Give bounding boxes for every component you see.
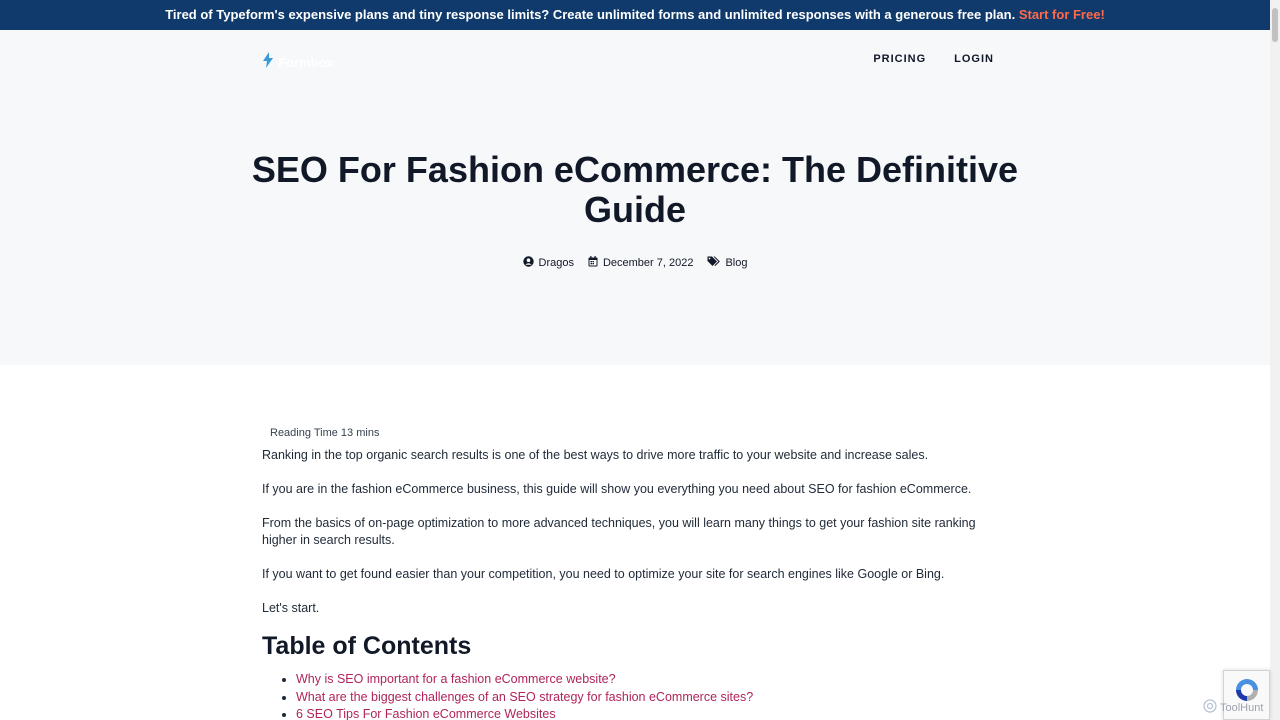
toc-link[interactable]: 6 SEO Tips For Fashion eCommerce Website… bbox=[296, 707, 556, 720]
user-icon bbox=[522, 256, 534, 270]
logo-text: Formbox bbox=[278, 55, 334, 70]
watermark-text: ToolHunt bbox=[1220, 701, 1264, 714]
promo-banner: Tired of Typeform's expensive plans and … bbox=[0, 0, 1270, 30]
category-link[interactable]: Blog bbox=[725, 257, 747, 269]
calendar-icon bbox=[588, 256, 598, 270]
paragraph: If you want to get found easier than you… bbox=[262, 567, 945, 581]
toc-heading: Table of Contents bbox=[262, 632, 472, 660]
toc-link[interactable]: What are the biggest challenges of an SE… bbox=[296, 690, 753, 704]
nav-login[interactable]: LOGIN bbox=[954, 53, 994, 65]
page-title: SEO For Fashion eCommerce: The Definitiv… bbox=[251, 149, 1019, 230]
bolt-icon bbox=[262, 52, 274, 73]
paragraph: Let's start. bbox=[262, 601, 320, 615]
toc-item: What are the biggest challenges of an SE… bbox=[296, 689, 1012, 707]
article-content: Reading Time 13 mins Ranking in the top … bbox=[262, 420, 1012, 720]
watermark-icon bbox=[1203, 699, 1217, 716]
reading-time: Reading Time 13 mins bbox=[270, 427, 380, 439]
toc-list: Why is SEO important for a fashion eComm… bbox=[262, 671, 1012, 720]
main-nav: PRICING LOGIN bbox=[873, 53, 994, 65]
category-meta: Blog bbox=[707, 256, 748, 270]
toc-item: Why is SEO important for a fashion eComm… bbox=[296, 671, 1012, 689]
paragraph: Ranking in the top organic search result… bbox=[262, 448, 929, 462]
author-meta: Dragos bbox=[522, 256, 574, 270]
promo-text: Tired of Typeform's expensive plans and … bbox=[165, 7, 1016, 22]
start-free-link[interactable]: Start for Free! bbox=[1019, 7, 1105, 22]
toc-item: 6 SEO Tips For Fashion eCommerce Website… bbox=[296, 706, 1012, 720]
paragraph: From the basics of on-page optimization … bbox=[262, 516, 976, 547]
post-date: December 7, 2022 bbox=[602, 257, 694, 269]
author-link[interactable]: Dragos bbox=[539, 257, 574, 269]
site-logo[interactable]: Formbox bbox=[262, 52, 334, 73]
scroll-thumb[interactable] bbox=[1272, 8, 1278, 42]
tags-icon bbox=[707, 256, 721, 270]
paragraph: If you are in the fashion eCommerce busi… bbox=[262, 482, 972, 496]
page-scrollbar[interactable] bbox=[1270, 0, 1280, 720]
post-meta: Dragos December 7, 2022 Blog bbox=[0, 256, 1270, 270]
date-meta: December 7, 2022 bbox=[588, 256, 694, 270]
watermark: ToolHunt bbox=[1203, 699, 1263, 716]
nav-pricing[interactable]: PRICING bbox=[873, 53, 926, 65]
toc-link[interactable]: Why is SEO important for a fashion eComm… bbox=[296, 672, 616, 686]
